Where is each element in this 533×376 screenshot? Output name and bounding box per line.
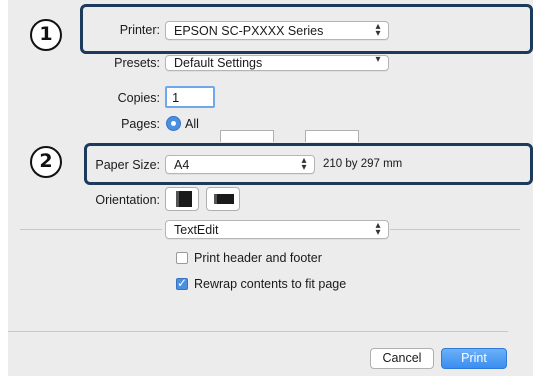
rewrap-label: Rewrap contents to fit page — [194, 277, 347, 291]
bottom-separator — [8, 331, 508, 332]
rewrap-checkbox[interactable]: ✓ — [176, 276, 188, 290]
separator-left — [20, 229, 162, 230]
paper-dimensions: 210 by 297 mm — [323, 158, 403, 170]
paper-size-label: Paper Size: — [95, 158, 160, 172]
presets-value: Default Settings — [174, 56, 263, 70]
radio-dot-icon — [171, 121, 176, 126]
presets-select[interactable]: Default Settings ▾ — [165, 55, 389, 71]
header-footer-label: Print header and footer — [194, 251, 322, 265]
portrait-orientation-icon — [176, 191, 192, 207]
paper-size-select[interactable]: A4 ▴ ▾ — [165, 155, 315, 174]
pages-from-field[interactable] — [220, 130, 274, 142]
callout-number-2: 2 — [30, 146, 62, 178]
pages-all-label: All — [185, 117, 199, 131]
callout-number-1: 1 — [30, 19, 62, 51]
separator-right — [390, 229, 520, 230]
portrait-button[interactable] — [165, 187, 199, 211]
pages-label: Pages: — [121, 117, 160, 131]
pages-all-radio[interactable] — [166, 116, 181, 131]
up-down-arrows-icon: ▾ — [375, 54, 381, 65]
copies-field[interactable]: 1 — [165, 86, 215, 108]
header-footer-checkbox[interactable] — [176, 252, 188, 264]
presets-label: Presets: — [114, 56, 160, 70]
copies-label: Copies: — [117, 91, 160, 105]
section-select[interactable]: TextEdit ▴ ▾ — [165, 220, 389, 239]
paper-size-value: A4 — [174, 158, 190, 172]
up-down-arrows-icon: ▴ ▾ — [375, 220, 381, 238]
up-down-arrows-icon: ▴ ▾ — [301, 155, 307, 173]
up-down-arrows-icon: ▴ ▾ — [375, 21, 381, 39]
printer-label: Printer: — [119, 23, 160, 37]
print-button[interactable]: Print — [441, 348, 507, 369]
cancel-button[interactable]: Cancel — [370, 348, 434, 369]
section-value: TextEdit — [174, 223, 219, 237]
landscape-button[interactable] — [206, 187, 240, 211]
print-dialog: Printer: EPSON SC-PXXXX Series ▴ ▾ Preset… — [8, 0, 533, 376]
checkmark-icon: ✓ — [177, 276, 188, 290]
pages-to-field[interactable] — [305, 130, 359, 142]
landscape-orientation-icon — [214, 194, 234, 204]
printer-value: EPSON SC-PXXXX Series — [174, 24, 324, 38]
orientation-label: Orientation: — [95, 193, 160, 207]
printer-select[interactable]: EPSON SC-PXXXX Series ▴ ▾ — [165, 21, 389, 40]
copies-value: 1 — [172, 90, 180, 105]
